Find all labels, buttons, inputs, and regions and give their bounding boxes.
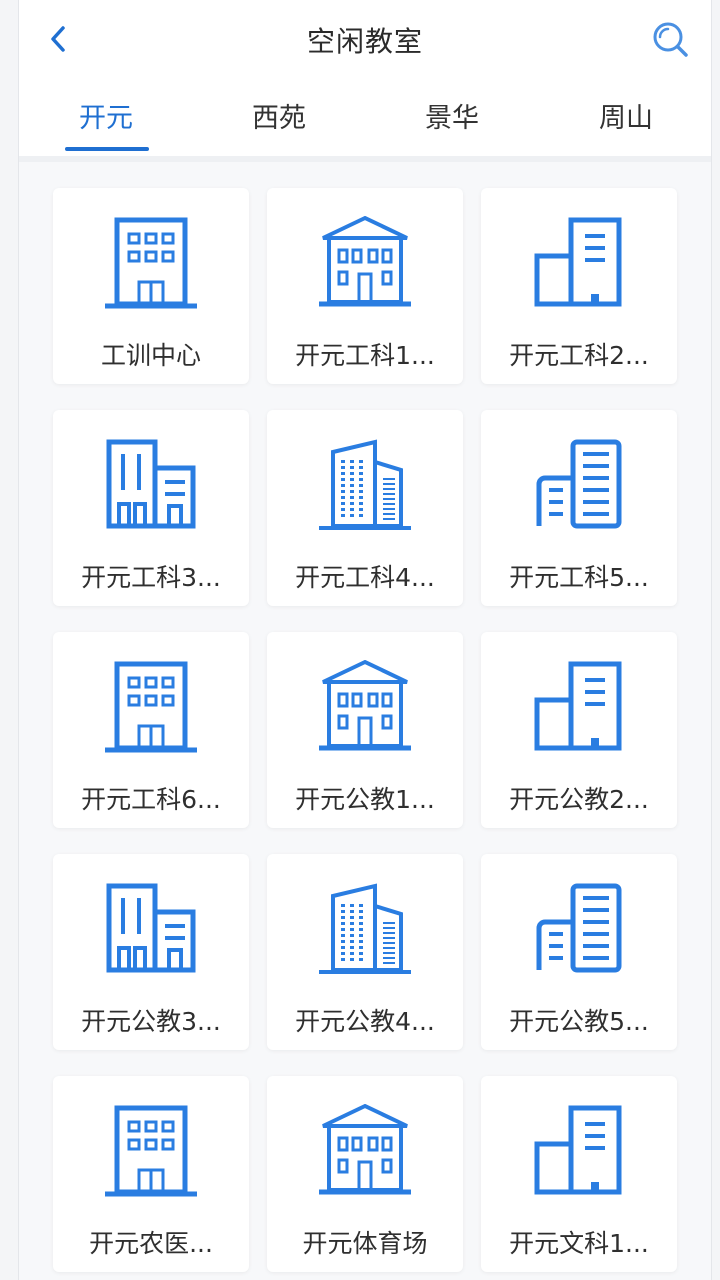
striped-tower-building-icon (529, 438, 629, 538)
apartment-building-icon (101, 882, 201, 982)
tower-building-icon (529, 216, 629, 316)
building-label: 开元工科2... (509, 341, 649, 370)
building-label: 开元工科1... (295, 341, 435, 370)
striped-tower-building-icon (529, 882, 629, 982)
building-card[interactable]: 开元工科1... (267, 188, 463, 384)
campus-tabs: 开元 西苑 景华 周山 (19, 96, 711, 156)
tab-jinghua[interactable]: 景华 (397, 96, 507, 135)
office-building-icon (101, 1104, 201, 1204)
app-frame: 空闲教室 开元 西苑 景华 周山 工训中心 开元工科1... 开元工科2... (18, 0, 712, 1280)
classical-building-icon (315, 1103, 415, 1204)
search-icon[interactable] (649, 18, 691, 60)
building-label: 开元公教3... (81, 1007, 221, 1036)
building-label: 开元公教2... (509, 785, 649, 814)
page-title: 空闲教室 (306, 25, 423, 58)
apartment-building-icon (101, 438, 201, 538)
classical-building-icon (315, 659, 415, 760)
tab-zhoushan[interactable]: 周山 (571, 96, 681, 135)
office-building-icon (101, 660, 201, 760)
building-card[interactable]: 开元文科1... (481, 1076, 677, 1272)
building-label: 开元工科4... (295, 563, 435, 592)
building-label: 工训中心 (100, 341, 201, 370)
classical-building-icon (315, 215, 415, 316)
active-tab-indicator (65, 147, 149, 151)
building-label: 开元公教1... (295, 785, 435, 814)
building-label: 开元农医... (89, 1229, 213, 1258)
building-card[interactable]: 开元工科4... (267, 410, 463, 606)
building-card[interactable]: 开元工科3... (53, 410, 249, 606)
building-card[interactable]: 工训中心 (53, 188, 249, 384)
skyscraper-building-icon (315, 438, 415, 538)
building-card[interactable]: 开元公教5... (481, 854, 677, 1050)
office-building-icon (101, 216, 201, 316)
building-card[interactable]: 开元农医... (53, 1076, 249, 1272)
building-card[interactable]: 开元工科6... (53, 632, 249, 828)
building-label: 开元工科3... (81, 563, 221, 592)
tower-building-icon (529, 660, 629, 760)
building-card[interactable]: 开元公教3... (53, 854, 249, 1050)
building-card[interactable]: 开元工科5... (481, 410, 677, 606)
building-label: 开元体育场 (302, 1229, 428, 1258)
building-card[interactable]: 开元工科2... (481, 188, 677, 384)
skyscraper-building-icon (315, 882, 415, 982)
building-label: 开元公教4... (295, 1007, 435, 1036)
header: 空闲教室 开元 西苑 景华 周山 (19, 0, 711, 162)
tab-kaiyuan[interactable]: 开元 (51, 96, 161, 135)
building-card[interactable]: 开元公教1... (267, 632, 463, 828)
tab-xiyuan[interactable]: 西苑 (224, 96, 334, 135)
building-card[interactable]: 开元公教4... (267, 854, 463, 1050)
tower-building-icon (529, 1104, 629, 1204)
building-label: 开元文科1... (509, 1229, 649, 1258)
building-card[interactable]: 开元公教2... (481, 632, 677, 828)
building-label: 开元公教5... (509, 1007, 649, 1036)
building-card[interactable]: 开元体育场 (267, 1076, 463, 1272)
building-label: 开元工科5... (509, 563, 649, 592)
building-label: 开元工科6... (81, 785, 221, 814)
